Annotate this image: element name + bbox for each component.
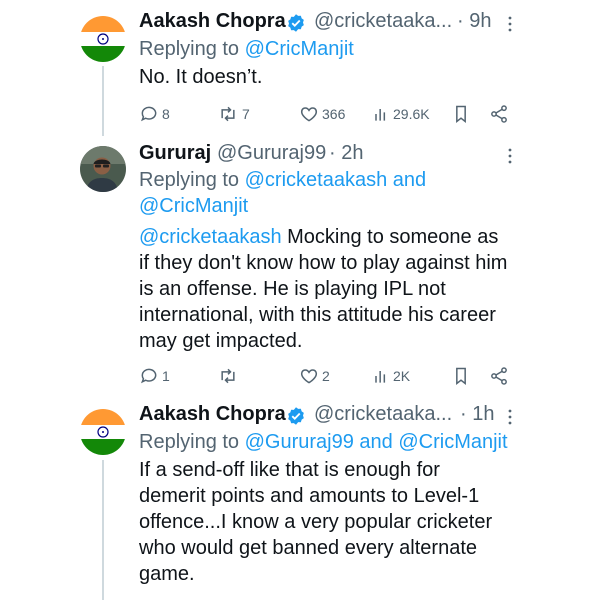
- profile-photo-image: [80, 146, 126, 192]
- share-icon: [491, 367, 507, 385]
- views-icon: [375, 109, 386, 121]
- author-name[interactable]: Gururaj: [139, 142, 211, 165]
- tweet-text: If a send-off like that is enough for de…: [139, 459, 493, 585]
- replying-to-link[interactable]: @cricketaakash and: [245, 169, 427, 191]
- like-button[interactable]: 366: [299, 102, 345, 126]
- avatar[interactable]: [80, 16, 126, 62]
- share-button[interactable]: [489, 102, 509, 126]
- reply-count: 1: [162, 368, 170, 384]
- tweet[interactable]: Gururaj @Gururaj99 · 2h Replying to @cri…: [0, 140, 600, 395]
- view-count: 2K: [393, 368, 411, 384]
- replying-to-link[interactable]: @Gururaj99 and @CricManjit: [245, 431, 508, 453]
- tweet-time[interactable]: · 1h: [460, 403, 494, 426]
- tweet-text: No. It doesn’t.: [139, 66, 263, 88]
- reply-button[interactable]: 1: [139, 364, 170, 388]
- action-bar: 1 2 2K: [139, 364, 519, 388]
- author-handle[interactable]: @cricketaaka...: [314, 403, 452, 426]
- replying-to: Replying to @CricManjit: [139, 36, 354, 62]
- reply-icon: [141, 368, 157, 384]
- like-button[interactable]: 2: [299, 364, 330, 388]
- heart-icon: [300, 369, 318, 384]
- reply-count: 8: [162, 106, 170, 122]
- tweet[interactable]: Aakash Chopra @cricketaaka... · 9h Reply…: [0, 0, 600, 140]
- views-button[interactable]: 29.6K: [372, 102, 430, 126]
- avatar[interactable]: [80, 409, 126, 455]
- action-bar: 8 7 366 29.6K: [139, 102, 519, 126]
- author-name[interactable]: Aakash Chopra: [139, 403, 286, 426]
- tweet-time[interactable]: · 2h: [329, 142, 363, 165]
- mention-link[interactable]: @cricketaakash: [139, 226, 282, 248]
- replying-to: Replying to @Gururaj99 and @CricManjit: [139, 429, 508, 455]
- author-name[interactable]: Aakash Chopra: [139, 10, 286, 33]
- more-options-icon[interactable]: [505, 407, 515, 427]
- retweet-icon: [221, 368, 235, 384]
- like-count: 2: [322, 368, 330, 384]
- more-options-icon[interactable]: [505, 146, 515, 166]
- retweet-icon: [221, 106, 235, 122]
- avatar[interactable]: [80, 146, 126, 192]
- view-count: 29.6K: [393, 106, 430, 122]
- replying-to-prefix: Replying to: [139, 38, 245, 60]
- verified-badge-icon: [288, 14, 304, 32]
- tweet-text: @cricketaakash Mocking to someone as if …: [139, 224, 519, 354]
- tweet-time[interactable]: · 9h: [457, 10, 491, 33]
- replying-to: Replying to @cricketaakash and @CricManj…: [139, 167, 426, 219]
- author-handle[interactable]: @Gururaj99: [217, 142, 326, 165]
- tweet[interactable]: Aakash Chopra @cricketaaka... · 1h Reply…: [0, 395, 600, 600]
- bookmark-icon: [456, 367, 466, 386]
- replying-to-prefix: Replying to: [139, 169, 245, 191]
- author-handle[interactable]: @cricketaaka...: [314, 10, 452, 33]
- more-options-icon[interactable]: [505, 14, 515, 34]
- retweet-button[interactable]: [217, 364, 242, 388]
- reply-icon: [141, 106, 157, 122]
- like-count: 366: [322, 106, 346, 122]
- verified-badge-icon: [288, 407, 304, 425]
- bookmark-button[interactable]: [452, 364, 470, 388]
- india-flag-avatar-image: [80, 409, 126, 455]
- share-button[interactable]: [489, 364, 509, 388]
- replying-to-prefix: Replying to: [139, 431, 245, 453]
- india-flag-avatar-image: [80, 16, 126, 62]
- views-icon: [375, 371, 386, 383]
- retweet-count: 7: [242, 106, 250, 122]
- bookmark-icon: [456, 105, 466, 124]
- views-button[interactable]: 2K: [372, 364, 410, 388]
- retweet-button[interactable]: 7: [217, 102, 250, 126]
- replying-to-link[interactable]: @CricManjit: [245, 38, 354, 60]
- replying-to-link[interactable]: @CricManjit: [139, 195, 248, 217]
- bookmark-button[interactable]: [452, 102, 470, 126]
- heart-icon: [300, 107, 318, 122]
- share-icon: [491, 105, 507, 123]
- reply-button[interactable]: 8: [139, 102, 170, 126]
